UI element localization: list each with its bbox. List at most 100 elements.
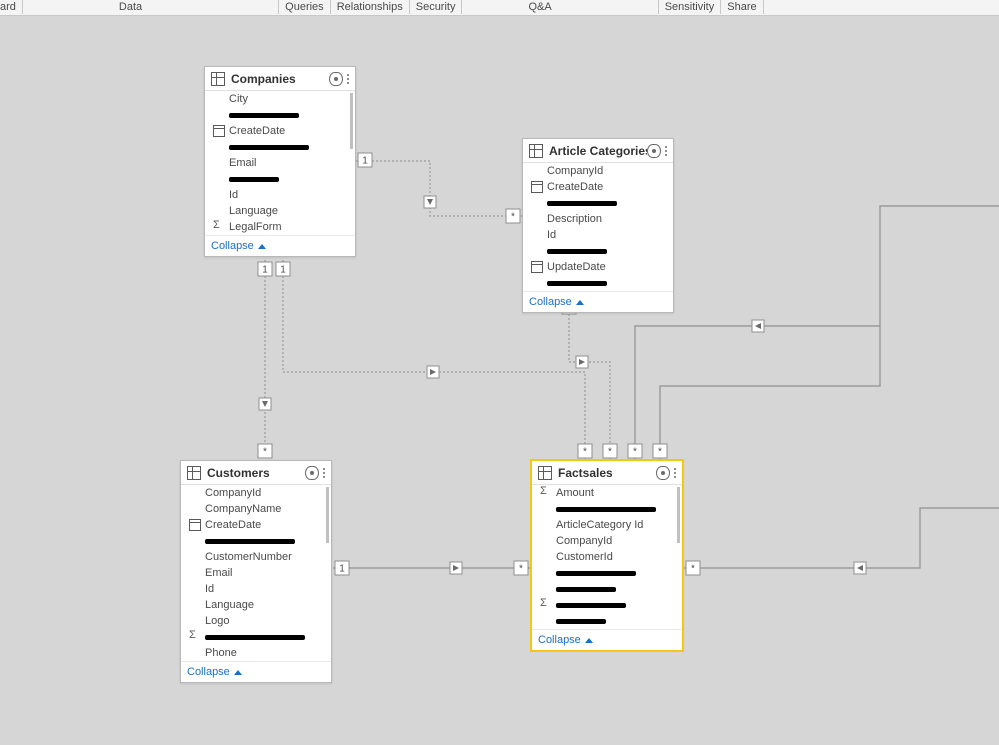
collapse-button[interactable]: Collapse — [205, 235, 355, 256]
ribbon-separator — [763, 0, 764, 14]
field[interactable]: LegalForm — [205, 219, 351, 235]
table-header[interactable]: Companies — [205, 67, 355, 91]
field-redacted[interactable] — [532, 597, 678, 613]
field-list: CompanyId CompanyName CreateDate Custome… — [181, 485, 331, 661]
more-options-icon[interactable] — [665, 146, 667, 156]
svg-text:1: 1 — [362, 156, 368, 167]
rel-customers-factsales[interactable]: 1 * — [333, 561, 530, 575]
visibility-icon[interactable] — [656, 466, 670, 480]
field-redacted[interactable] — [532, 613, 678, 629]
field[interactable]: CreateDate — [205, 123, 351, 139]
field-redacted[interactable] — [205, 107, 351, 123]
field[interactable]: CompanyId — [523, 163, 669, 179]
collapse-label: Collapse — [211, 240, 254, 252]
table-customers[interactable]: Customers CompanyId CompanyName CreateDa… — [180, 460, 332, 683]
rel-companies-articlecategories[interactable]: 1 * — [356, 153, 522, 223]
field[interactable]: CompanyName — [181, 501, 327, 517]
rel-external-bottom-factsales[interactable]: * — [684, 508, 999, 575]
model-canvas[interactable]: 1 * 1 * 1 * 1 * 1 — [0, 16, 999, 745]
field[interactable]: Email — [181, 565, 327, 581]
calendar-icon — [531, 181, 543, 193]
table-icon — [529, 144, 543, 158]
table-factsales[interactable]: Factsales Amount ArticleCategory Id Comp… — [531, 460, 683, 651]
table-header[interactable]: Customers — [181, 461, 331, 485]
table-title: Customers — [207, 466, 305, 480]
svg-text:*: * — [511, 212, 515, 223]
field[interactable]: ArticleCategory Id — [532, 517, 678, 533]
table-article-categories[interactable]: Article Categories CompanyId CreateDate … — [522, 138, 674, 313]
field-redacted[interactable] — [532, 581, 678, 597]
svg-text:1: 1 — [280, 265, 286, 276]
ribbon-tab[interactable]: Q&A — [522, 0, 557, 14]
field[interactable]: CreateDate — [523, 179, 669, 195]
field-redacted[interactable] — [181, 533, 327, 549]
field[interactable]: Language — [181, 597, 327, 613]
scrollbar-thumb[interactable] — [350, 93, 353, 149]
field[interactable]: CustomerId — [532, 549, 678, 565]
table-icon — [187, 466, 201, 480]
more-options-icon[interactable] — [674, 468, 676, 478]
field[interactable]: Id — [523, 227, 669, 243]
sigma-icon — [540, 487, 552, 499]
field-redacted[interactable] — [205, 171, 351, 187]
field[interactable]: Id — [205, 187, 351, 203]
field-list: City CreateDate Email Id Language LegalF… — [205, 91, 355, 235]
table-icon — [211, 72, 225, 86]
table-header[interactable]: Factsales — [532, 461, 682, 485]
collapse-button[interactable]: Collapse — [532, 629, 682, 650]
chevron-up-icon — [576, 300, 584, 305]
ribbon-tab[interactable]: Sensitivity — [659, 0, 721, 14]
field[interactable]: Phone — [181, 645, 327, 661]
ribbon-tab[interactable]: Security — [410, 0, 462, 14]
chevron-up-icon — [585, 638, 593, 643]
table-header[interactable]: Article Categories — [523, 139, 673, 163]
more-options-icon[interactable] — [323, 468, 325, 478]
field-redacted[interactable] — [523, 275, 669, 291]
field-redacted[interactable] — [532, 565, 678, 581]
field[interactable]: Email — [205, 155, 351, 171]
field[interactable]: Id — [181, 581, 327, 597]
ribbon-tab[interactable]: ard — [0, 0, 22, 14]
field-redacted[interactable] — [205, 139, 351, 155]
sigma-icon — [213, 221, 225, 233]
field-redacted[interactable] — [523, 195, 669, 211]
rel-external-top-branch[interactable]: * — [628, 320, 880, 460]
field-redacted[interactable] — [181, 629, 327, 645]
field[interactable]: Logo — [181, 613, 327, 629]
field[interactable]: CompanyId — [532, 533, 678, 549]
svg-text:*: * — [263, 447, 267, 458]
sigma-icon — [540, 599, 552, 611]
field-redacted[interactable] — [523, 243, 669, 259]
field[interactable]: UpdateDate — [523, 259, 669, 275]
scrollbar-thumb[interactable] — [326, 487, 329, 543]
svg-text:*: * — [608, 447, 612, 458]
chevron-up-icon — [258, 244, 266, 249]
more-options-icon[interactable] — [347, 74, 349, 84]
collapse-button[interactable]: Collapse — [181, 661, 331, 682]
ribbon-tab[interactable]: Data — [113, 0, 148, 14]
svg-text:*: * — [519, 564, 523, 575]
field[interactable]: Language — [205, 203, 351, 219]
visibility-icon[interactable] — [647, 144, 661, 158]
chevron-up-icon — [234, 670, 242, 675]
field-redacted[interactable] — [532, 501, 678, 517]
rel-companies-customers[interactable]: 1 * — [258, 260, 272, 460]
rel-external-top-factsales[interactable]: * — [653, 206, 999, 460]
ribbon-tab[interactable]: Queries — [279, 0, 330, 14]
table-companies[interactable]: Companies City CreateDate Email Id Langu… — [204, 66, 356, 257]
field[interactable]: CustomerNumber — [181, 549, 327, 565]
field[interactable]: Description — [523, 211, 669, 227]
rel-articlecategories-factsales[interactable]: 1 * — [562, 298, 617, 460]
ribbon-tab[interactable]: Share — [721, 0, 762, 14]
ribbon-tab[interactable]: Relationships — [331, 0, 409, 14]
visibility-icon[interactable] — [329, 72, 343, 86]
visibility-icon[interactable] — [305, 466, 319, 480]
collapse-label: Collapse — [187, 666, 230, 678]
field[interactable]: City — [205, 91, 351, 107]
svg-text:*: * — [658, 447, 662, 458]
field[interactable]: Amount — [532, 485, 678, 501]
scrollbar-thumb[interactable] — [677, 487, 680, 543]
field[interactable]: CreateDate — [181, 517, 327, 533]
field[interactable]: CompanyId — [181, 485, 327, 501]
collapse-button[interactable]: Collapse — [523, 291, 673, 312]
